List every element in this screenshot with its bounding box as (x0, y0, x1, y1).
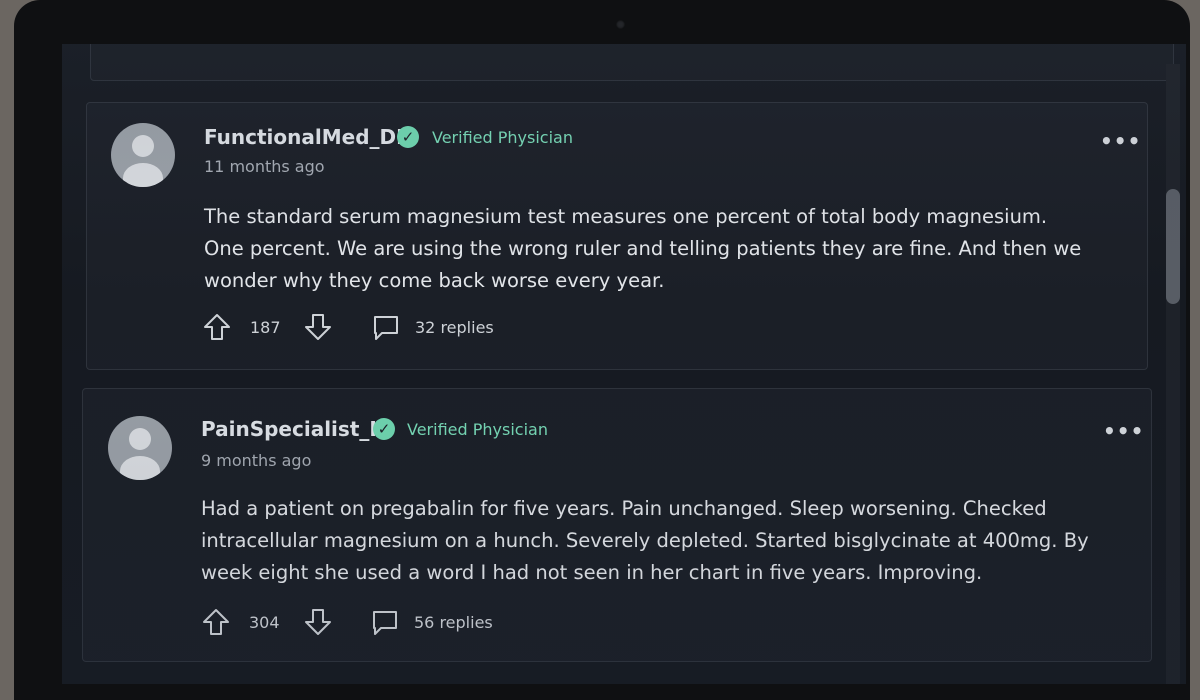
more-options-icon[interactable]: ••• (1103, 421, 1144, 441)
post-body: The standard serum magnesium test measur… (204, 205, 1082, 292)
post-timestamp: 11 months ago (204, 157, 325, 176)
screen: FunctionalMed_DR ✓ Verified Physician 11… (62, 44, 1186, 684)
laptop-bezel: FunctionalMed_DR ✓ Verified Physician 11… (14, 0, 1190, 700)
scrollbar-track[interactable] (1166, 64, 1180, 684)
scrollbar-thumb[interactable] (1166, 189, 1180, 304)
arrow-down-icon[interactable] (303, 607, 333, 637)
arrow-up-icon[interactable] (201, 607, 231, 637)
arrow-up-icon[interactable] (202, 312, 232, 342)
avatar[interactable] (108, 416, 172, 480)
comment-bubble-icon[interactable] (372, 314, 400, 342)
author-name[interactable]: PainSpecialist_K (201, 417, 385, 441)
comment-bubble-icon[interactable] (371, 609, 399, 637)
avatar[interactable] (111, 123, 175, 187)
post-card: PainSpecialist_K ✓ Verified Physician 9 … (82, 388, 1152, 662)
arrow-down-icon[interactable] (303, 312, 333, 342)
post-timestamp: 9 months ago (201, 451, 312, 470)
more-options-icon[interactable]: ••• (1100, 131, 1141, 151)
author-name[interactable]: FunctionalMed_DR (204, 125, 412, 149)
upvote-count: 187 (250, 318, 281, 337)
reply-count[interactable]: 56 replies (414, 613, 493, 632)
post-card: FunctionalMed_DR ✓ Verified Physician 11… (86, 102, 1148, 370)
check-circle-icon: ✓ (397, 126, 419, 148)
check-circle-icon: ✓ (373, 418, 395, 440)
previous-post-card (90, 44, 1174, 81)
webcam (616, 20, 625, 29)
upvote-count: 304 (249, 613, 280, 632)
verified-badge-label: Verified Physician (407, 420, 548, 439)
verified-badge-label: Verified Physician (432, 128, 573, 147)
reply-count[interactable]: 32 replies (415, 318, 494, 337)
post-body: Had a patient on pregabalin for five yea… (201, 497, 1089, 584)
